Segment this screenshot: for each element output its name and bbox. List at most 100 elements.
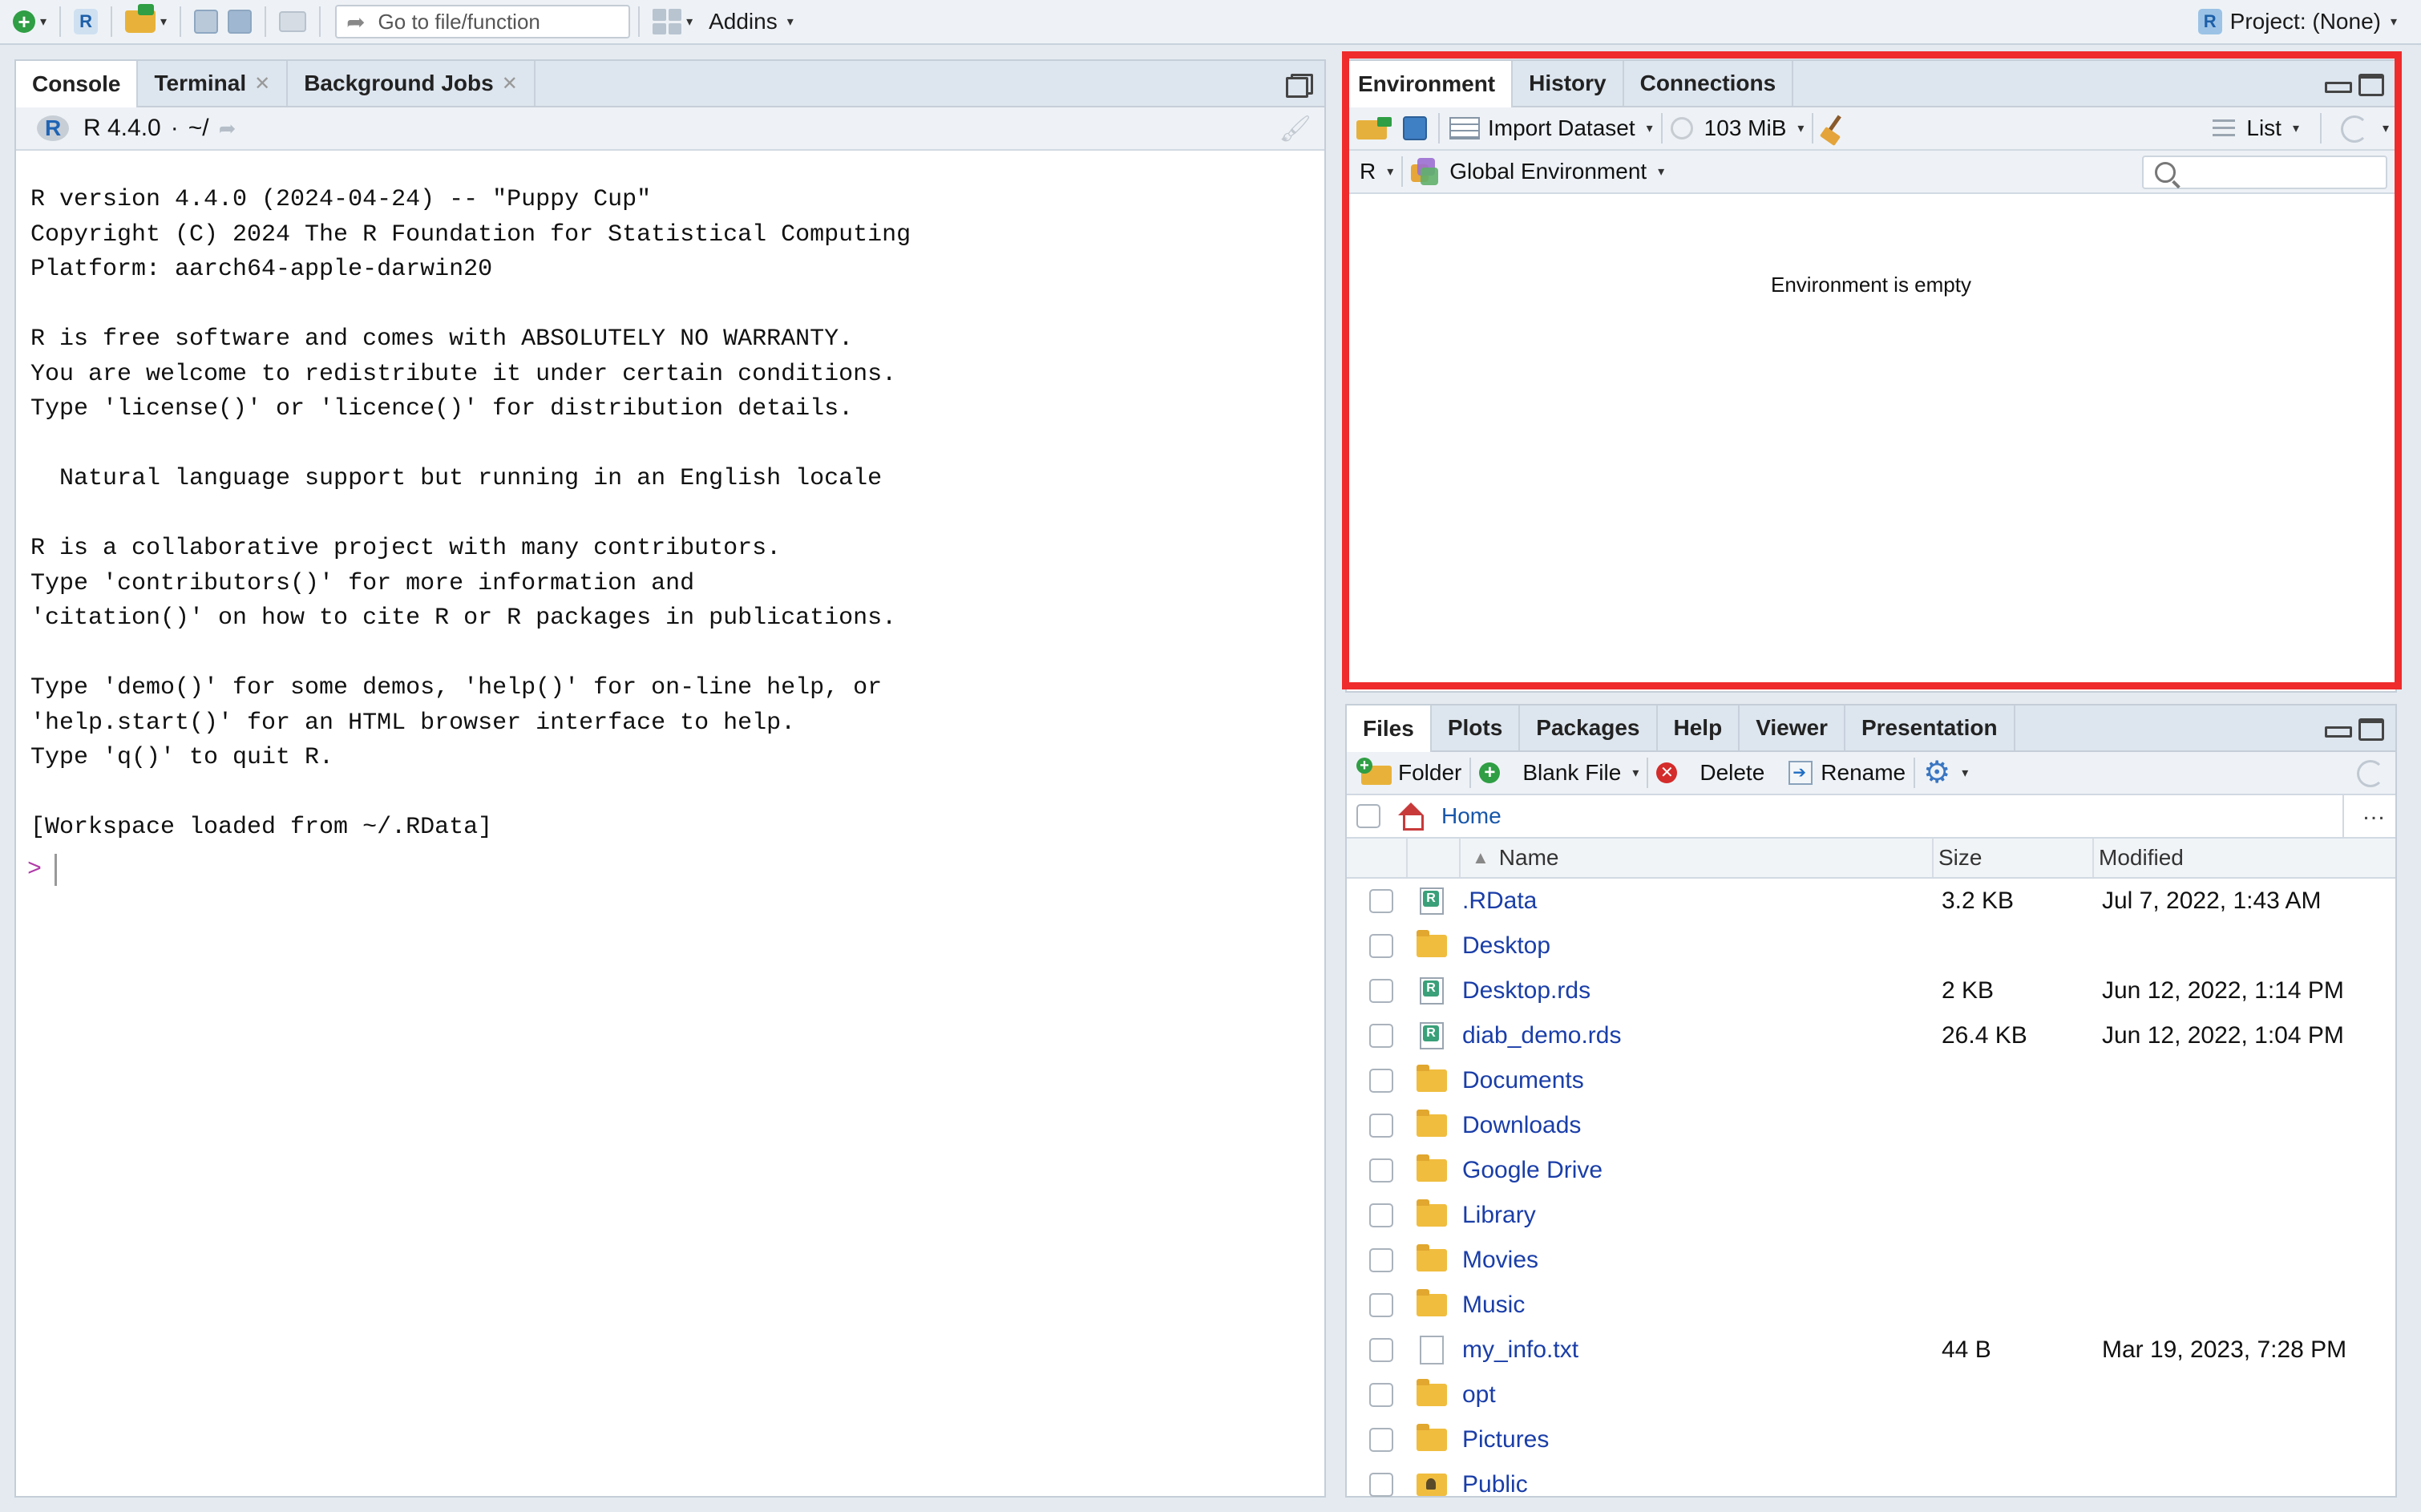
- print-button[interactable]: [274, 4, 311, 39]
- blank-file-button[interactable]: + Blank File ▾: [1479, 755, 1639, 790]
- load-workspace-icon[interactable]: [1356, 117, 1392, 139]
- go-to-directory-icon[interactable]: ➦: [219, 116, 236, 141]
- file-name-link[interactable]: Music: [1456, 1292, 1942, 1319]
- file-name-link[interactable]: Downloads: [1456, 1112, 1942, 1139]
- memory-usage-button[interactable]: 103 MiB ▾: [1670, 111, 1804, 146]
- tab-help[interactable]: Help: [1658, 705, 1740, 750]
- tab-files[interactable]: Files: [1347, 705, 1432, 752]
- file-row[interactable]: Downloads: [1347, 1103, 2395, 1148]
- clear-console-icon[interactable]: 🖌: [1279, 113, 1312, 144]
- open-folder-icon: [125, 4, 156, 33]
- file-name-link[interactable]: Library: [1456, 1202, 1942, 1229]
- import-dataset-button[interactable]: Import Dataset ▾: [1449, 111, 1653, 146]
- file-name-link[interactable]: Google Drive: [1456, 1157, 1942, 1184]
- modified-column-header[interactable]: Modified: [2094, 845, 2395, 871]
- save-workspace-icon[interactable]: [1403, 116, 1427, 140]
- row-checkbox[interactable]: [1369, 934, 1393, 958]
- close-icon[interactable]: ✕: [502, 72, 518, 95]
- delete-button[interactable]: ✕ Delete: [1656, 755, 1764, 790]
- file-name-link[interactable]: my_info.txt: [1456, 1336, 1942, 1364]
- close-icon[interactable]: ✕: [254, 72, 270, 95]
- file-row[interactable]: Pictures: [1347, 1417, 2395, 1462]
- working-directory[interactable]: ~/: [188, 115, 209, 142]
- addins-button[interactable]: Addins ▾: [704, 4, 798, 39]
- open-file-button[interactable]: ▾: [120, 4, 172, 39]
- rename-button[interactable]: Rename: [1788, 755, 1906, 790]
- refresh-icon[interactable]: [2341, 115, 2368, 143]
- save-all-button[interactable]: [223, 4, 257, 39]
- row-checkbox[interactable]: [1369, 1293, 1393, 1317]
- new-file-button[interactable]: + ▾: [8, 4, 51, 39]
- tab-history[interactable]: History: [1513, 61, 1624, 106]
- file-row[interactable]: Desktop: [1347, 924, 2395, 968]
- restore-pane-icon[interactable]: [1286, 74, 1313, 98]
- tab-packages[interactable]: Packages: [1520, 705, 1658, 750]
- tab-terminal[interactable]: Terminal ✕: [138, 61, 289, 106]
- row-checkbox[interactable]: [1369, 889, 1393, 913]
- environment-search-input[interactable]: [2142, 156, 2387, 189]
- more-icon[interactable]: …: [2362, 798, 2386, 826]
- new-folder-button[interactable]: Folder: [1356, 755, 1461, 790]
- tab-connections[interactable]: Connections: [1624, 61, 1794, 106]
- file-row[interactable]: opt: [1347, 1373, 2395, 1417]
- console-input[interactable]: >: [16, 846, 1324, 894]
- file-name-link[interactable]: Desktop.rds: [1456, 977, 1942, 1005]
- new-project-button[interactable]: R: [69, 4, 103, 39]
- file-row[interactable]: Desktop.rds2 KB Jun 12, 2022, 1:14 PM: [1347, 968, 2395, 1013]
- tab-plots[interactable]: Plots: [1432, 705, 1521, 750]
- environment-scope-select[interactable]: Global Environment ▾: [1411, 154, 1664, 189]
- name-column-header[interactable]: ▲ Name: [1461, 839, 1934, 877]
- language-select[interactable]: R ▾: [1360, 154, 1393, 189]
- file-row[interactable]: Music: [1347, 1283, 2395, 1328]
- file-row[interactable]: Public: [1347, 1462, 2395, 1507]
- size-column-header[interactable]: Size: [1934, 839, 2094, 877]
- file-row[interactable]: Documents: [1347, 1058, 2395, 1103]
- save-button[interactable]: [189, 4, 223, 39]
- clear-workspace-icon[interactable]: [1821, 115, 1849, 142]
- tab-viewer[interactable]: Viewer: [1740, 705, 1845, 750]
- file-name-link[interactable]: Movies: [1456, 1247, 1942, 1274]
- file-name-link[interactable]: Public: [1456, 1471, 1942, 1498]
- row-checkbox[interactable]: [1369, 1203, 1393, 1227]
- minimize-pane-icon[interactable]: [2323, 74, 2352, 93]
- row-checkbox[interactable]: [1369, 1428, 1393, 1452]
- row-checkbox[interactable]: [1369, 1114, 1393, 1138]
- row-checkbox[interactable]: [1369, 1069, 1393, 1093]
- maximize-pane-icon[interactable]: [2358, 718, 2384, 741]
- refresh-icon[interactable]: [2357, 760, 2384, 787]
- view-mode-button[interactable]: List ▾: [2213, 111, 2299, 146]
- file-row[interactable]: .RData3.2 KB Jul 7, 2022, 1:43 AM: [1347, 879, 2395, 924]
- file-name-link[interactable]: .RData: [1456, 887, 1942, 915]
- row-checkbox[interactable]: [1369, 1383, 1393, 1407]
- tab-background-jobs[interactable]: Background Jobs ✕: [288, 61, 536, 106]
- file-row[interactable]: Movies: [1347, 1238, 2395, 1283]
- more-actions-button[interactable]: ⚙ ▾: [1923, 755, 1968, 790]
- tab-presentation[interactable]: Presentation: [1845, 705, 2015, 750]
- home-icon[interactable]: [1395, 802, 1427, 831]
- file-row[interactable]: Google Drive: [1347, 1148, 2395, 1193]
- project-menu[interactable]: R Project: (None) ▾: [2197, 9, 2397, 34]
- file-name-link[interactable]: Documents: [1456, 1067, 1942, 1094]
- file-row[interactable]: diab_demo.rds26.4 KB Jun 12, 2022, 1:04 P…: [1347, 1013, 2395, 1058]
- row-checkbox[interactable]: [1369, 1024, 1393, 1048]
- row-checkbox[interactable]: [1369, 1248, 1393, 1272]
- maximize-pane-icon[interactable]: [2358, 74, 2384, 96]
- file-name-link[interactable]: opt: [1456, 1381, 1942, 1409]
- select-all-checkbox[interactable]: [1356, 804, 1380, 828]
- row-checkbox[interactable]: [1369, 1473, 1393, 1497]
- breadcrumb-home[interactable]: Home: [1441, 803, 1502, 829]
- row-checkbox[interactable]: [1369, 1338, 1393, 1362]
- goto-file-input[interactable]: ➦ Go to file/function: [335, 5, 631, 38]
- file-name-link[interactable]: diab_demo.rds: [1456, 1022, 1942, 1049]
- minimize-pane-icon[interactable]: [2323, 718, 2352, 738]
- file-name-link[interactable]: Pictures: [1456, 1426, 1942, 1453]
- file-name-link[interactable]: Desktop: [1456, 932, 1942, 960]
- row-checkbox[interactable]: [1369, 979, 1393, 1003]
- tab-console[interactable]: Console: [16, 61, 139, 107]
- file-row[interactable]: my_info.txt 44 B Mar 19, 2023, 7:28 PM: [1347, 1328, 2395, 1373]
- chevron-down-icon[interactable]: ▾: [2383, 120, 2389, 136]
- pane-layout-button[interactable]: ▾: [648, 4, 697, 39]
- row-checkbox[interactable]: [1369, 1158, 1393, 1183]
- file-row[interactable]: Library: [1347, 1193, 2395, 1238]
- tab-environment[interactable]: Environment: [1347, 61, 1514, 107]
